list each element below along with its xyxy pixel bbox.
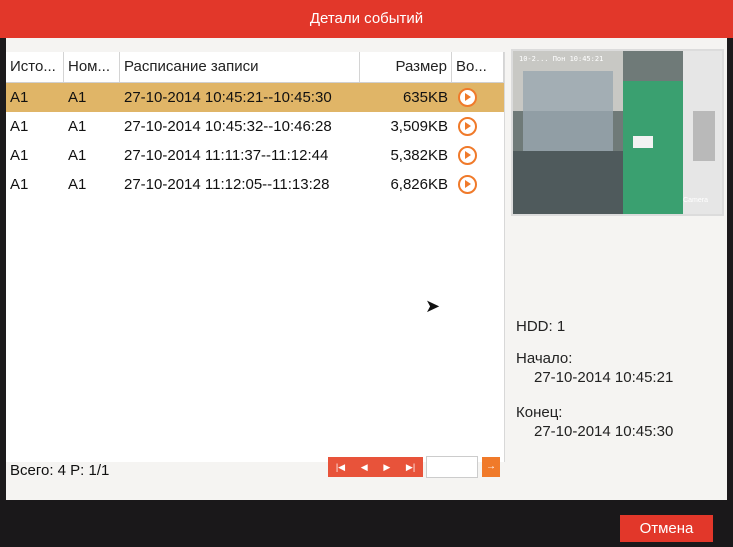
end-info: Конец: 27-10-2014 10:45:30: [516, 404, 673, 440]
cell-number: A1: [68, 147, 87, 164]
col-play[interactable]: Во...: [452, 52, 504, 82]
event-list: Исто... Ном... Расписание записи Размер …: [6, 52, 505, 462]
preview-timestamp: 10-2... Пон 10:45:21: [519, 55, 604, 63]
cell-size: 5,382KB: [390, 147, 448, 164]
cell-size: 635KB: [402, 89, 448, 106]
table-row[interactable]: A1 A1 27-10-2014 11:11:37--11:12:44 5,38…: [6, 141, 504, 170]
col-size[interactable]: Размер: [360, 52, 452, 82]
table-header: Исто... Ном... Расписание записи Размер …: [6, 52, 504, 83]
hdd-info: HDD: 1: [516, 318, 566, 335]
cell-number: A1: [68, 176, 87, 193]
start-info: Начало: 27-10-2014 10:45:21: [516, 350, 673, 386]
cancel-button[interactable]: Отмена: [620, 515, 713, 542]
cell-size: 6,826KB: [390, 176, 448, 193]
cell-source: A1: [10, 118, 29, 135]
cell-schedule: 27-10-2014 10:45:21--10:45:30: [124, 89, 332, 106]
video-preview: 10-2... Пон 10:45:21 Camera: [511, 49, 724, 216]
camera-frame: [513, 51, 722, 214]
window-title: Детали событий: [0, 0, 733, 38]
first-page-icon[interactable]: |◀: [336, 462, 345, 473]
table-row[interactable]: A1 A1 27-10-2014 10:45:21--10:45:30 635K…: [6, 83, 504, 112]
play-icon[interactable]: [458, 175, 477, 194]
event-details-panel: Исто... Ном... Расписание записи Размер …: [6, 38, 727, 500]
total-count: Всего: 4 P: 1/1: [10, 462, 110, 479]
start-value: 27-10-2014 10:45:21: [534, 369, 674, 386]
page-number-input[interactable]: [426, 456, 478, 478]
last-page-icon[interactable]: ▶|: [406, 462, 415, 473]
cell-play: [452, 88, 504, 107]
prev-page-icon[interactable]: ◀: [361, 462, 368, 473]
cell-play: [452, 146, 504, 165]
col-source[interactable]: Исто...: [6, 52, 64, 82]
cell-play: [452, 117, 504, 136]
mouse-cursor-icon: ➤: [425, 296, 441, 316]
table-row[interactable]: A1 A1 27-10-2014 10:45:32--10:46:28 3,50…: [6, 112, 504, 141]
pager: |◀ ◀ ▶ ▶|: [328, 457, 423, 477]
cell-source: A1: [10, 89, 29, 106]
end-label: Конец:: [516, 404, 563, 421]
cell-play: [452, 175, 504, 194]
next-page-icon[interactable]: ▶: [383, 462, 390, 473]
start-label: Начало:: [516, 350, 573, 367]
cell-schedule: 27-10-2014 10:45:32--10:46:28: [124, 118, 332, 135]
cell-size: 3,509KB: [390, 118, 448, 135]
cell-number: A1: [68, 89, 87, 106]
end-value: 27-10-2014 10:45:30: [534, 423, 674, 440]
col-schedule[interactable]: Расписание записи: [120, 52, 360, 82]
cell-source: A1: [10, 176, 29, 193]
play-icon[interactable]: [458, 146, 477, 165]
col-number[interactable]: Ном...: [64, 52, 120, 82]
table-row[interactable]: A1 A1 27-10-2014 11:12:05--11:13:28 6,82…: [6, 170, 504, 199]
cell-schedule: 27-10-2014 11:12:05--11:13:28: [124, 176, 330, 193]
go-to-page-button[interactable]: →: [482, 457, 500, 477]
cell-number: A1: [68, 118, 87, 135]
cell-schedule: 27-10-2014 11:11:37--11:12:44: [124, 147, 329, 164]
play-icon[interactable]: [458, 88, 477, 107]
cell-source: A1: [10, 147, 29, 164]
play-icon[interactable]: [458, 117, 477, 136]
preview-camera-label: Camera: [683, 197, 708, 204]
